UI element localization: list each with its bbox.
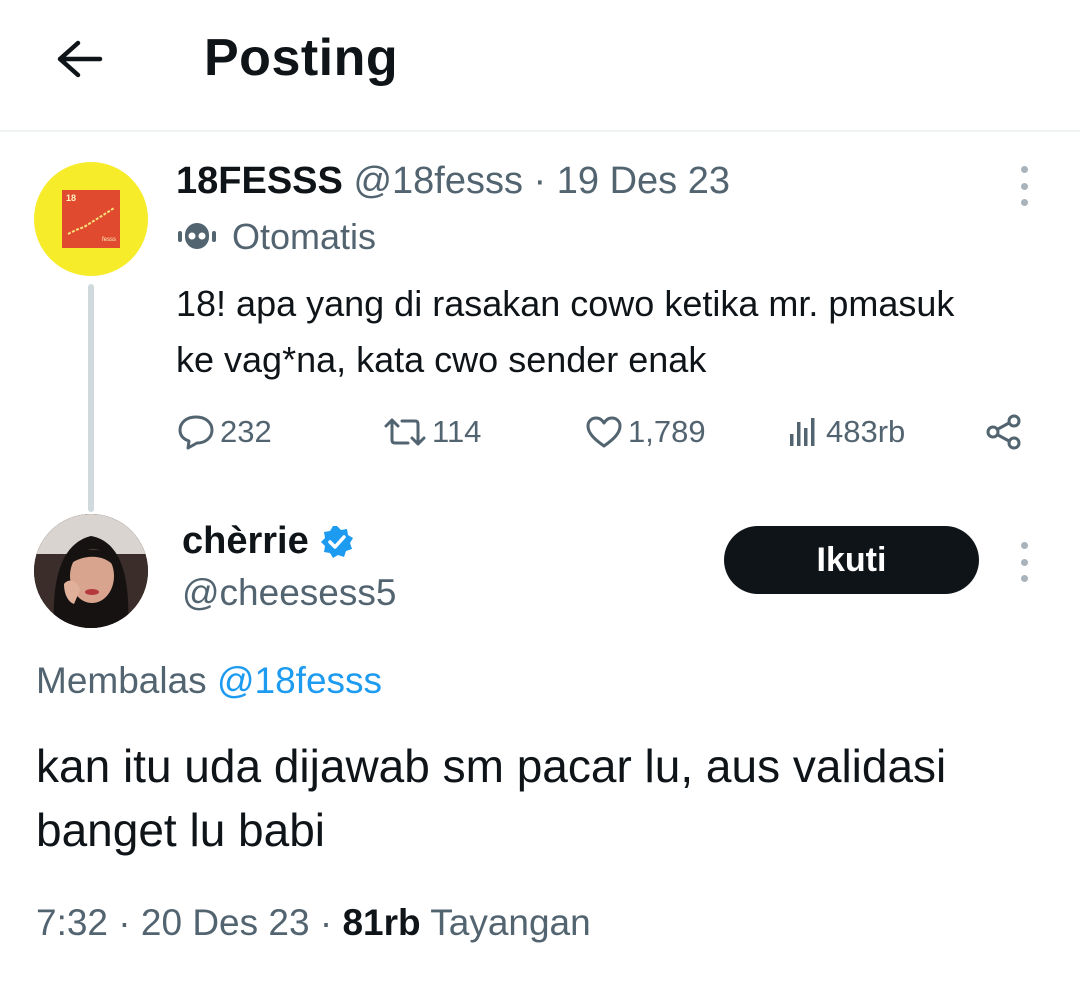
meta-separator: · (522, 160, 557, 202)
user-handle[interactable]: @18fesss (353, 160, 523, 202)
like-button[interactable]: 1,789 (584, 410, 706, 454)
avatar-logo-word: fesss (101, 237, 116, 243)
post-actions: 232 114 1,789 483rb (176, 410, 1036, 454)
display-name[interactable]: chèrrie (182, 520, 309, 563)
more-dot (1020, 199, 1028, 206)
page-title: Posting (204, 29, 399, 87)
thread-connector (88, 284, 94, 512)
like-count: 1,789 (628, 414, 706, 449)
replying-mention-link[interactable]: @18fesss (217, 660, 382, 701)
repost-count: 114 (432, 414, 482, 449)
more-dot (1020, 558, 1028, 566)
reply-text: kan itu uda dijawab sm pacar lu, aus val… (36, 740, 947, 856)
reply-meta: 7:32 · 20 Des 23 · 81rb Tayangan (36, 902, 591, 944)
follow-button[interactable]: Ikuti (724, 526, 979, 594)
user-handle[interactable]: @cheesess5 (182, 572, 396, 614)
arrow-left-icon (57, 40, 103, 78)
more-dot (1020, 182, 1028, 190)
reply-count: 232 (220, 414, 272, 449)
back-button[interactable] (50, 30, 108, 88)
views-count[interactable]: 81rb (342, 902, 420, 943)
automated-account-label: Otomatis (176, 216, 376, 258)
views-label: Tayangan (430, 902, 591, 943)
robot-icon (178, 223, 216, 249)
automated-text: Otomatis (232, 216, 377, 257)
repost-button[interactable]: 114 (382, 410, 481, 454)
more-options-button[interactable] (1006, 166, 1042, 206)
more-dot (1020, 575, 1028, 582)
more-dot (1020, 166, 1028, 173)
verified-badge-icon (320, 525, 353, 558)
avatar[interactable] (34, 514, 148, 628)
views-count: 483rb (826, 414, 906, 449)
repost-icon (384, 418, 426, 446)
replying-to: Membalas @18fesss (36, 660, 382, 702)
share-icon (986, 414, 1021, 450)
avatar-logo: 18 fesss (62, 190, 120, 248)
comment-icon (178, 415, 214, 450)
replying-prefix: Membalas (36, 660, 207, 701)
post-header: 18FESSS @18fesss · 19 Des 23 (176, 160, 730, 203)
post-text: 18! apa yang di rasakan cowo ketika mr. … (176, 283, 955, 380)
post-date[interactable]: 20 Des 23 (141, 902, 310, 943)
display-name[interactable]: 18FESSS (176, 160, 343, 202)
reply-header: chèrrie (182, 520, 355, 563)
profile-photo (34, 514, 148, 628)
more-dot (1020, 542, 1028, 549)
post-date[interactable]: 19 Des 23 (557, 160, 730, 202)
share-button[interactable] (984, 410, 1024, 454)
heart-icon (586, 416, 622, 448)
analytics-icon (790, 418, 815, 446)
meta-separator: · (108, 902, 141, 943)
views-button[interactable]: 483rb (786, 410, 905, 454)
post-time[interactable]: 7:32 (36, 902, 108, 943)
top-bar: Posting (0, 0, 1080, 132)
meta-separator: · (309, 902, 343, 943)
more-options-button[interactable] (1006, 542, 1042, 582)
reply-button[interactable]: 232 (176, 410, 272, 454)
avatar[interactable]: 18 fesss (34, 162, 148, 276)
